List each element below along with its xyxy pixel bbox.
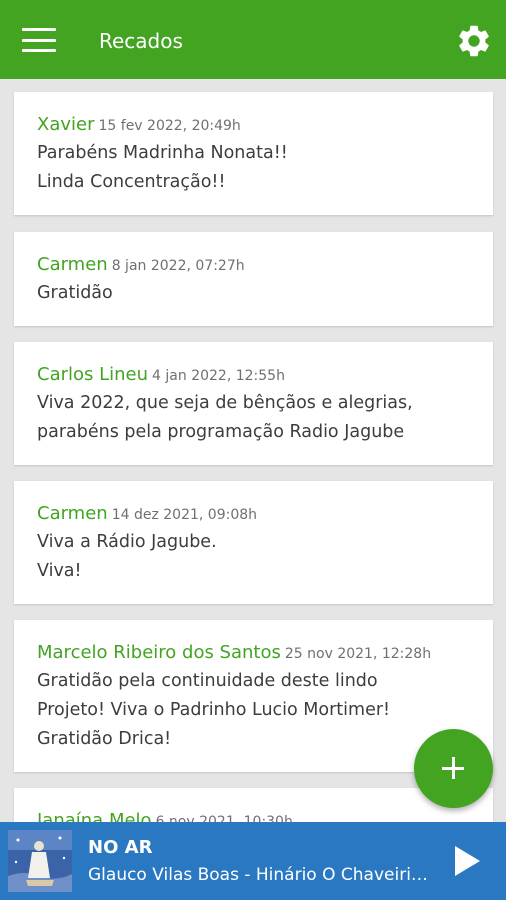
message-text: Linda Concentração!!	[37, 172, 226, 192]
message-author: Xavier	[37, 114, 95, 135]
hamburger-menu-icon[interactable]	[22, 28, 56, 52]
message-text: parabéns pela programação Radio Jagube	[37, 422, 405, 442]
message-text: Gratidão Drica!	[37, 729, 172, 749]
message-text: Parabéns Madrinha Nonata!!	[37, 143, 288, 163]
message-text: Gratidão	[37, 283, 113, 303]
page-title: Recados	[99, 29, 183, 53]
message-author: Carmen	[37, 503, 108, 524]
message-card[interactable]: Xavier 15 fev 2022, 20:49h Parabéns Madri…	[14, 92, 493, 215]
message-text: Viva 2022, que seja de bênçãos e alegria…	[37, 393, 413, 413]
track-title: Glauco Vilas Boas - Hinário O Chaveirinh…	[88, 865, 438, 885]
message-card[interactable]: Carmen 14 dez 2021, 09:08h Viva a Rádio J…	[14, 481, 493, 604]
app-bar: Recados	[0, 0, 506, 79]
gear-icon[interactable]	[455, 22, 493, 60]
message-author: Marcelo Ribeiro dos Santos	[37, 642, 281, 663]
message-text: Gratidão pela continuidade deste lindo	[37, 671, 378, 691]
message-date: 25 nov 2021, 12:28h	[284, 646, 432, 662]
message-card[interactable]: Carlos Lineu 4 jan 2022, 12:55h Viva 2022…	[14, 342, 493, 465]
message-date: 8 jan 2022, 07:27h	[111, 258, 245, 274]
message-author: Carmen	[37, 254, 108, 275]
message-date: 15 fev 2022, 20:49h	[98, 118, 241, 134]
now-playing-bar[interactable]: NO AR Glauco Vilas Boas - Hinário O Chav…	[0, 822, 506, 900]
message-text: Projeto! Viva o Padrinho Lucio Mortimer!	[37, 700, 391, 720]
on-air-label: NO AR	[88, 837, 153, 858]
play-icon[interactable]	[452, 844, 482, 878]
message-text: Viva!	[37, 561, 82, 581]
message-card[interactable]: Carmen 8 jan 2022, 07:27h Gratidão	[14, 232, 493, 326]
add-message-button[interactable]	[414, 729, 493, 808]
message-author: Carlos Lineu	[37, 364, 149, 385]
album-cover-image	[8, 830, 72, 892]
message-date: 4 jan 2022, 12:55h	[152, 368, 285, 384]
message-date: 14 dez 2021, 09:08h	[111, 507, 258, 523]
message-text: Viva a Rádio Jagube.	[37, 532, 217, 552]
